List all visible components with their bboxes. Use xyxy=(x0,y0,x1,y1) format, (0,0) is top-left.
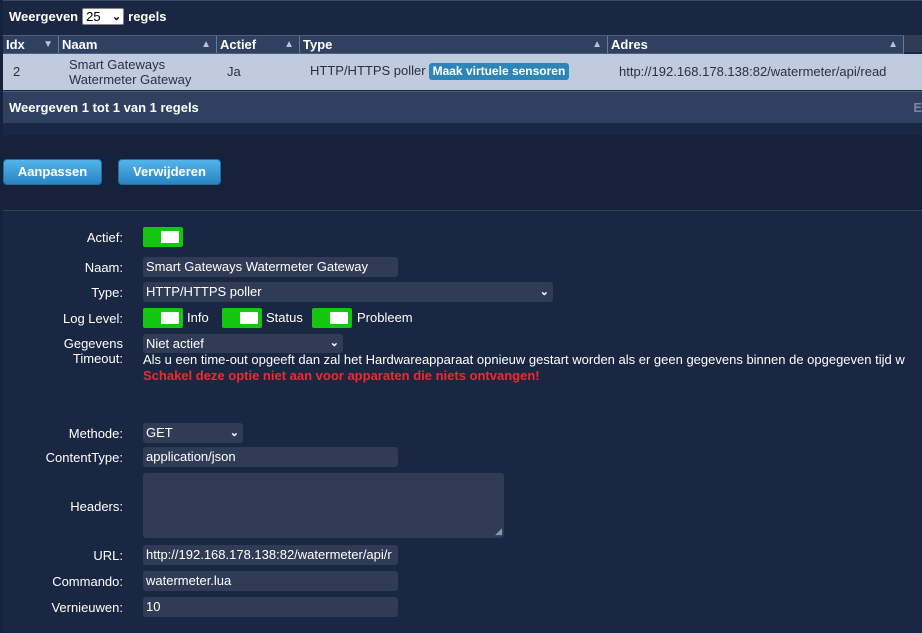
column-header-actief[interactable]: Actief ▲ xyxy=(217,36,300,53)
column-header-label: Idx xyxy=(6,37,25,52)
timeout-label-line1: Gegevens xyxy=(63,336,123,351)
sort-desc-icon: ▼ xyxy=(43,39,53,50)
header-scroll-stub xyxy=(904,35,922,52)
toggle-knob xyxy=(161,231,179,243)
command-field[interactable]: watermeter.lua xyxy=(143,571,398,591)
name-label: Naam: xyxy=(84,260,123,275)
chevron-down-icon: ⌄ xyxy=(539,286,549,298)
resize-grip-icon[interactable]: ◢ xyxy=(495,527,502,536)
timeout-label: Gegevens Timeout: xyxy=(64,336,123,366)
chevron-down-icon: ⌄ xyxy=(229,427,239,439)
column-header-label: Adres xyxy=(611,37,648,52)
loglevel-error-label: Probleem xyxy=(357,310,413,325)
name-field[interactable]: Smart Gateways Watermeter Gateway xyxy=(143,257,398,277)
loglevel-status-label: Status xyxy=(266,310,303,325)
create-virtual-sensors-button[interactable]: Maak virtuele sensoren xyxy=(428,63,570,80)
loglevel-label: Log Level: xyxy=(63,311,123,326)
refresh-field[interactable]: 10 xyxy=(143,597,398,617)
timeout-select[interactable]: Niet actief ⌄ xyxy=(143,334,343,353)
sort-asc-icon: ▲ xyxy=(888,39,898,50)
cell-name-line1: Smart Gateways xyxy=(69,57,166,72)
command-label: Commando: xyxy=(52,574,123,589)
contenttype-label: ContentType: xyxy=(45,450,123,465)
delete-button[interactable]: Verwijderen xyxy=(118,159,221,185)
hardware-form-panel xyxy=(3,210,922,633)
table-length-control: Weergeven 25 ⌄ regels xyxy=(9,6,166,26)
column-header-idx[interactable]: Idx ▼ xyxy=(3,36,59,53)
column-header-label: Type xyxy=(303,37,333,52)
method-select-value: GET xyxy=(146,425,173,440)
url-label: URL: xyxy=(93,548,123,563)
column-header-adres[interactable]: Adres ▲ xyxy=(608,36,904,53)
toggle-knob xyxy=(161,312,179,324)
cell-type-text: HTTP/HTTPS poller xyxy=(310,63,426,78)
url-field[interactable]: http://192.168.178.138:82/watermeter/api… xyxy=(143,545,398,565)
loglevel-status-toggle[interactable] xyxy=(222,308,262,328)
timeout-warning-text: Schakel deze optie niet aan voor apparat… xyxy=(143,368,540,383)
refresh-label: Vernieuwen: xyxy=(51,600,123,615)
method-label: Methode: xyxy=(68,426,123,441)
pagination-fragment[interactable]: E xyxy=(913,100,922,115)
cell-active: Ja xyxy=(227,64,241,79)
type-select-value: HTTP/HTTPS poller xyxy=(146,284,262,299)
chevron-down-icon: ⌄ xyxy=(111,10,122,23)
table-header: Idx ▼ Naam ▲ Actief ▲ Type ▲ Adres ▲ xyxy=(3,35,904,54)
active-label: Actief: xyxy=(86,230,123,245)
cell-idx: 2 xyxy=(13,64,21,79)
toggle-knob xyxy=(240,312,258,324)
cell-address: http://192.168.178.138:82/watermeter/api… xyxy=(619,64,887,79)
timeout-help-text: Als u een time-out opgeeft dan zal het H… xyxy=(143,352,905,367)
column-header-label: Naam xyxy=(62,37,98,52)
sort-asc-icon: ▲ xyxy=(592,39,602,50)
loglevel-error-toggle[interactable] xyxy=(312,308,352,328)
sort-asc-icon: ▲ xyxy=(284,39,294,50)
loglevel-info-label: Info xyxy=(187,310,209,325)
headers-label: Headers: xyxy=(70,499,123,514)
length-select[interactable]: 25 ⌄ xyxy=(82,7,125,25)
table-footer: Weergeven 1 tot 1 van 1 regels E xyxy=(3,91,922,123)
sort-asc-icon: ▲ xyxy=(201,39,211,50)
type-select[interactable]: HTTP/HTTPS poller ⌄ xyxy=(143,282,553,302)
cell-name-line2: Watermeter Gateway xyxy=(69,72,192,87)
type-label: Type: xyxy=(91,285,123,300)
cell-type: HTTP/HTTPS poller Maak virtuele sensoren xyxy=(310,63,570,80)
timeout-label-line2: Timeout: xyxy=(72,351,123,366)
update-button[interactable]: Aanpassen xyxy=(3,159,102,185)
column-header-naam[interactable]: Naam ▲ xyxy=(59,36,217,53)
timeout-select-value: Niet actief xyxy=(146,336,204,351)
length-suffix: regels xyxy=(128,8,167,24)
loglevel-info-toggle[interactable] xyxy=(143,308,183,328)
contenttype-field[interactable]: application/json xyxy=(143,447,398,467)
active-toggle[interactable] xyxy=(143,227,183,247)
length-prefix: Weergeven xyxy=(9,8,79,24)
toggle-knob xyxy=(330,312,348,324)
table-row[interactable]: 2 Smart Gateways Watermeter Gateway Ja H… xyxy=(3,54,922,90)
method-select[interactable]: GET ⌄ xyxy=(143,423,243,443)
column-header-type[interactable]: Type ▲ xyxy=(300,36,608,53)
table-info: Weergeven 1 tot 1 van 1 regels xyxy=(9,100,199,115)
chevron-down-icon: ⌄ xyxy=(329,337,339,349)
headers-textarea[interactable]: ◢ xyxy=(143,473,504,538)
column-header-label: Actief xyxy=(220,37,257,52)
length-select-value: 25 xyxy=(86,8,101,24)
